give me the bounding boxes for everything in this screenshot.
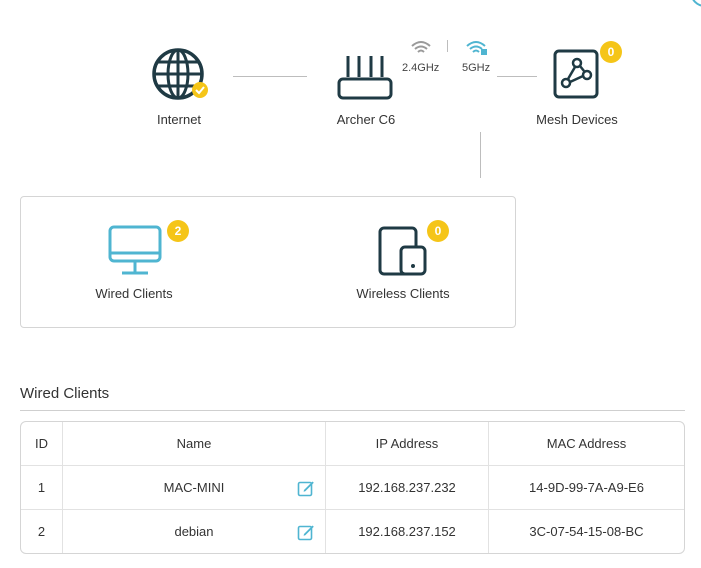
router-label: Archer C6 <box>336 112 396 127</box>
row-mac: 3C-07-54-15-08-BC <box>529 524 644 539</box>
mesh-count-badge: 0 <box>600 41 622 63</box>
link-internet-router <box>233 76 307 77</box>
router-node[interactable]: Archer C6 <box>320 45 412 135</box>
row-name: MAC-MINI <box>163 480 225 495</box>
mesh-icon <box>553 49 599 99</box>
wireless-clients-node[interactable]: 0 Wireless Clients <box>347 215 459 307</box>
column-header-mac: MAC Address <box>489 422 684 466</box>
row-name: debian <box>174 524 214 539</box>
table-header-row: ID Name IP Address MAC Address <box>21 422 684 466</box>
globe-icon <box>152 48 208 100</box>
wired-section-title: Wired Clients <box>20 385 110 402</box>
row-id: 2 <box>21 510 63 553</box>
row-id: 1 <box>21 466 63 510</box>
mesh-devices-node[interactable]: 0 Mesh Devices <box>527 40 627 135</box>
mesh-label: Mesh Devices <box>536 112 618 127</box>
table-row: 2 debian 192.168.237.152 3C-07-54-15-08-… <box>21 510 684 553</box>
wired-clients-table: ID Name IP Address MAC Address 1 MAC-MIN… <box>20 421 685 554</box>
band-divider <box>447 40 448 52</box>
wifi-24-icon <box>411 41 431 53</box>
row-mac: 14-9D-99-7A-A9-E6 <box>489 466 684 510</box>
corner-arc-icon <box>692 0 701 7</box>
column-header-ip: IP Address <box>326 422 489 466</box>
row-ip: 192.168.237.232 <box>326 466 489 510</box>
row-name-cell: debian <box>63 510 326 553</box>
wireless-clients-label: Wireless Clients <box>356 286 450 301</box>
section-divider <box>20 410 685 411</box>
edit-icon[interactable] <box>297 479 315 497</box>
wifi-5-icon <box>466 41 487 55</box>
band-5-label: 5GHz <box>462 62 491 74</box>
router-icon <box>337 56 393 100</box>
column-header-id: ID <box>21 422 63 466</box>
tablet-icon <box>378 226 427 276</box>
wired-count-badge: 2 <box>167 220 189 242</box>
link-router-clients <box>480 132 481 178</box>
row-ip: 192.168.237.152 <box>326 510 489 553</box>
edit-icon[interactable] <box>297 523 315 541</box>
band-24-label: 2.4GHz <box>402 62 440 74</box>
wireless-count-badge: 0 <box>427 220 449 242</box>
row-name-cell: MAC-MINI <box>63 466 326 510</box>
wired-clients-label: Wired Clients <box>95 286 173 301</box>
wired-clients-node[interactable]: 2 Wired Clients <box>80 215 189 307</box>
column-header-name: Name <box>63 422 326 466</box>
internet-node[interactable]: Internet <box>140 45 218 135</box>
table-row: 1 MAC-MINI 192.168.237.232 14-9D-99-7A-A… <box>21 466 684 510</box>
monitor-icon <box>108 225 162 275</box>
internet-label: Internet <box>156 112 202 127</box>
